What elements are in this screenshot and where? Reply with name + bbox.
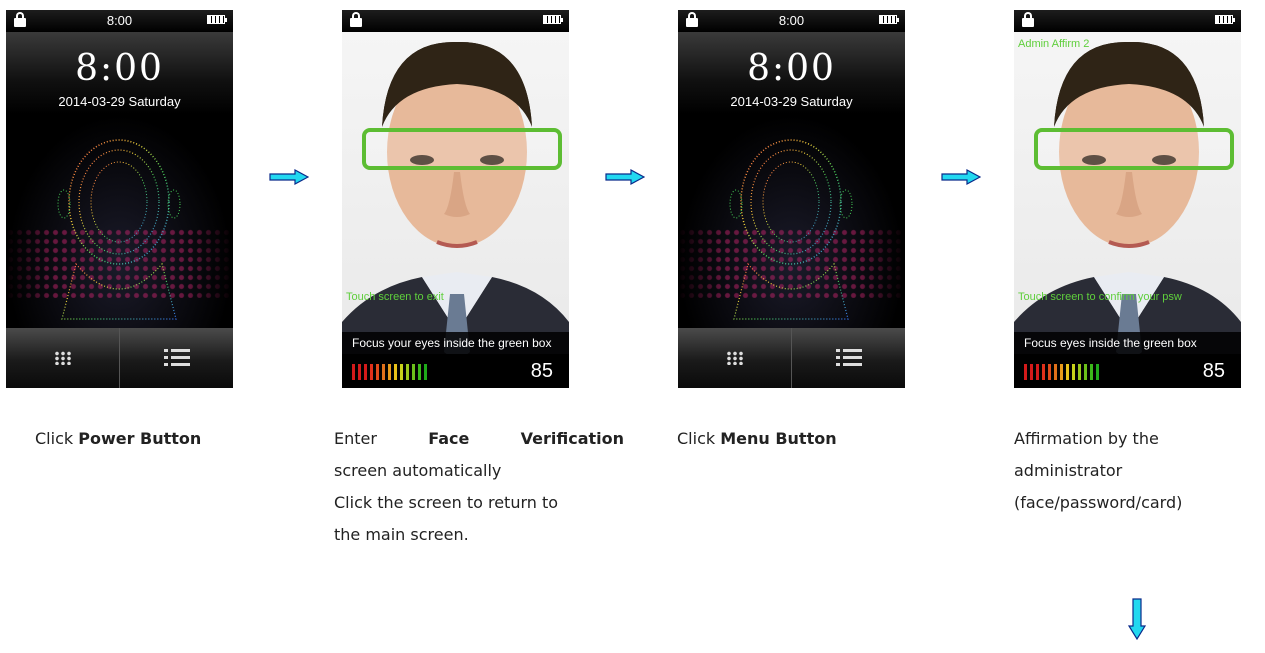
meter-tick [376,364,379,380]
meter-tick [1096,364,1099,380]
menu-button-label: Menu Button [720,429,837,448]
bottom-toolbar [678,328,905,388]
caption-step-2-line3: Click the screen to return to [334,493,559,512]
arrow-down-icon [1128,598,1146,640]
clock-panel: 8:00 2014-03-29 Saturday [678,32,905,114]
meter-tick [1054,364,1057,380]
focus-instruction: Focus your eyes inside the green box [342,332,569,354]
meter-tick [370,364,373,380]
apps-button[interactable] [6,328,120,388]
status-time: 8:00 [106,13,133,28]
lock-icon [1022,12,1034,28]
meter-tick [394,364,397,380]
battery-icon [543,15,563,24]
meter-tick [1072,364,1075,380]
date-label: 2014-03-29 Saturday [730,94,853,109]
battery-icon [1215,15,1235,24]
battery-icon [207,15,227,24]
list-menu-icon [163,349,190,367]
touch-to-confirm-text: Touch screen to confirm your psw [1018,291,1182,303]
status-bar [342,10,569,32]
battery-icon [879,15,899,24]
meter-tick [1066,364,1069,380]
home-screen-2: 8:00 8:00 2014-03-29 Saturday [678,10,905,388]
meter-tick [358,364,361,380]
eye-focus-box [362,128,562,170]
face-wireframe-art [6,114,233,328]
meter-tick [412,364,415,380]
focus-instruction: Focus eyes inside the green box [1014,332,1241,354]
list-menu-icon [835,349,862,367]
meter-tick [1084,364,1087,380]
quality-meter: 85 [342,354,569,388]
quality-score: 85 [1202,360,1225,382]
meter-tick [388,364,391,380]
caption-step-4: Affirmation by the administrator (face/p… [1014,429,1183,512]
power-button-label: Power Button [78,429,202,448]
meter-tick [1048,364,1051,380]
status-bar [1014,10,1241,32]
meter-tick [1030,364,1033,380]
meter-tick [352,364,355,380]
meter-tick [1024,364,1027,380]
big-clock: 8:00 [747,48,836,89]
status-bar: 8:00 [6,10,233,32]
meter-tick [1036,364,1039,380]
menu-button[interactable] [120,328,233,388]
grid-menu-icon [53,351,72,365]
caption-step-2: Enter Face Verification screen automatic… [334,429,624,544]
face-wireframe-art [678,114,905,328]
quality-meter: 85 [1014,354,1241,388]
quality-score: 85 [530,360,553,382]
face-verification-screen[interactable]: Touch screen to exit Focus your eyes ins… [342,10,569,388]
caption-step-3: Click Menu Button [677,429,837,448]
admin-affirm-screen[interactable]: Admin Affirm 2 Touch screen to confirm y… [1014,10,1241,388]
meter-tick [424,364,427,380]
apps-button[interactable] [678,328,792,388]
meter-ticks [1024,364,1099,380]
grid-menu-icon [725,351,744,365]
meter-ticks [352,364,427,380]
meter-tick [406,364,409,380]
caption-step-1: Click Power Button [35,429,202,448]
lock-icon [350,12,362,28]
eye-focus-box [1034,128,1234,170]
meter-tick [1090,364,1093,380]
meter-tick [1060,364,1063,380]
menu-button[interactable] [792,328,905,388]
home-screen-1: 8:00 8:00 2014-03-29 Saturday [6,10,233,388]
meter-tick [418,364,421,380]
bottom-toolbar [6,328,233,388]
arrow-right-icon [941,169,981,185]
meter-tick [400,364,403,380]
meter-tick [1078,364,1081,380]
status-time: 8:00 [778,13,805,28]
meter-tick [364,364,367,380]
arrow-right-icon [605,169,645,185]
admin-affirm-label: Admin Affirm 2 [1018,38,1090,50]
status-bar: 8:00 [678,10,905,32]
big-clock: 8:00 [75,48,164,89]
arrow-right-icon [269,169,309,185]
meter-tick [382,364,385,380]
date-label: 2014-03-29 Saturday [58,94,181,109]
touch-to-exit-text: Touch screen to exit [346,291,444,303]
meter-tick [1042,364,1045,380]
clock-panel: 8:00 2014-03-29 Saturday [6,32,233,114]
